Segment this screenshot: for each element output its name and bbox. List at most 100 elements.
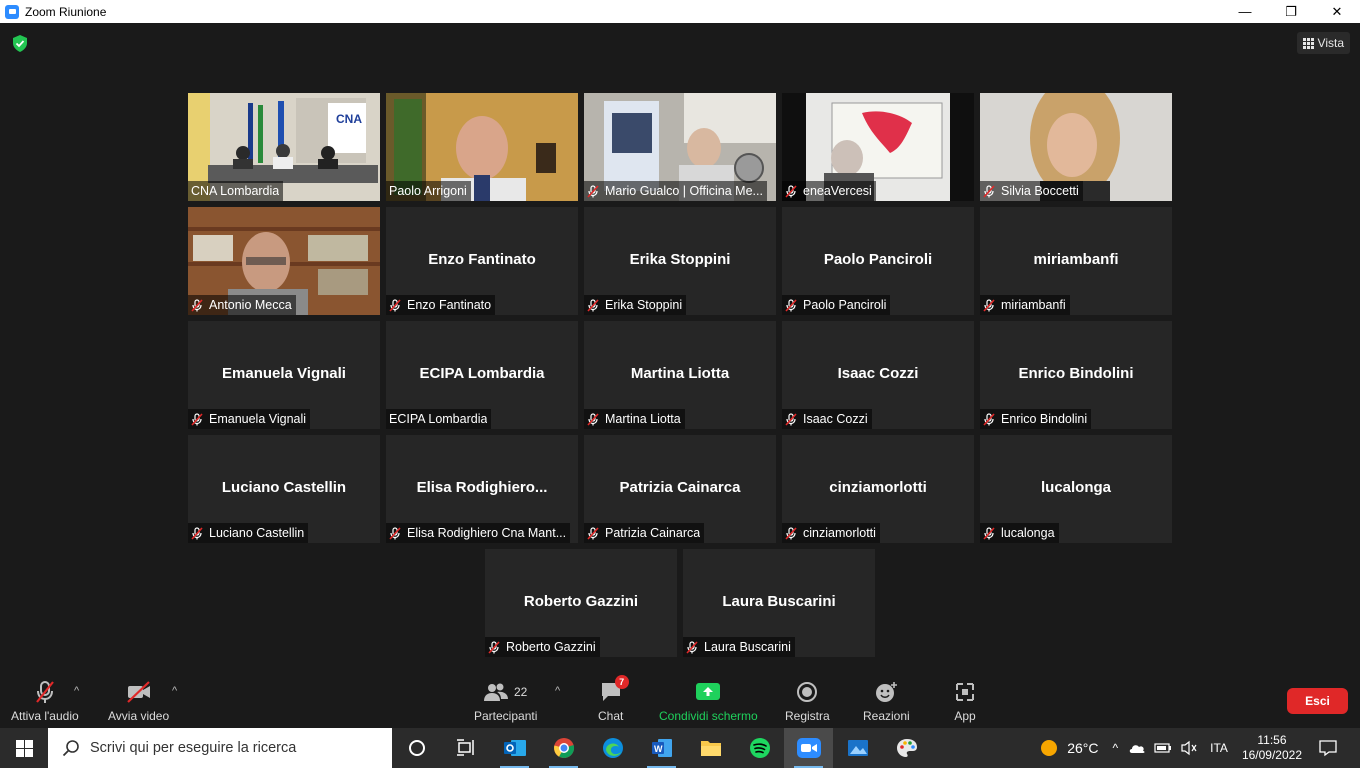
weather-temperature[interactable]: 26°C (1067, 740, 1098, 756)
participant-tile[interactable]: Silvia Boccetti (980, 93, 1172, 201)
speaker-muted-icon[interactable] (1180, 740, 1198, 756)
file-explorer-taskbar-button[interactable] (686, 728, 735, 768)
paint-taskbar-button[interactable] (882, 728, 931, 768)
muted-microphone-icon (191, 526, 203, 540)
leave-meeting-button[interactable]: Esci (1287, 688, 1348, 714)
participant-nameplate: Antonio Mecca (188, 295, 296, 315)
chrome-taskbar-button[interactable] (539, 728, 588, 768)
muted-microphone-icon (983, 298, 995, 312)
participant-display-name: Roberto Gazzini (523, 593, 639, 610)
participant-tile[interactable]: cinziamorlotti cinziamorlotti (782, 435, 974, 543)
minimize-button[interactable]: — (1222, 0, 1268, 23)
participant-tile[interactable]: Patrizia Cainarca Patrizia Cainarca (584, 435, 776, 543)
photos-taskbar-button[interactable] (833, 728, 882, 768)
reactions-label: Reazioni (863, 709, 910, 723)
show-hidden-icons-chevron-icon[interactable]: ^ (1113, 741, 1119, 755)
participant-tile[interactable]: CNA CNA Lombardia (188, 93, 380, 201)
input-language[interactable]: ITA (1210, 741, 1228, 755)
participant-nameplate: Laura Buscarini (683, 637, 795, 657)
zoom-taskbar-button[interactable] (784, 728, 833, 768)
word-taskbar-button[interactable]: W (637, 728, 686, 768)
participants-options-caret-icon[interactable]: ^ (555, 685, 560, 697)
participant-name: Paolo Panciroli (803, 298, 887, 312)
participant-nameplate: Roberto Gazzini (485, 637, 600, 657)
muted-microphone-icon (389, 298, 401, 312)
cortana-button[interactable] (392, 728, 441, 768)
encryption-shield-icon[interactable] (12, 35, 28, 52)
edge-taskbar-button[interactable] (588, 728, 637, 768)
participant-tile[interactable]: Mario Gualco | Officina Me... (584, 93, 776, 201)
participant-tile[interactable]: ECIPA Lombardia ECIPA Lombardia (386, 321, 578, 429)
participant-tile[interactable]: Elisa Rodighiero... Elisa Rodighiero Cna … (386, 435, 578, 543)
participant-tile[interactable]: Erika Stoppini Erika Stoppini (584, 207, 776, 315)
participant-tile[interactable]: Martina Liotta Martina Liotta (584, 321, 776, 429)
apps-button[interactable]: App (954, 679, 976, 723)
participant-name: lucalonga (1001, 526, 1055, 540)
clock[interactable]: 11:56 16/09/2022 (1242, 733, 1302, 763)
view-button[interactable]: Vista (1296, 32, 1350, 54)
participant-tile[interactable]: Laura Buscarini Laura Buscarini (683, 549, 875, 657)
participant-name: Enzo Fantinato (407, 298, 492, 312)
start-button[interactable] (0, 728, 48, 768)
apps-label: App (954, 709, 976, 723)
participant-tile[interactable]: Paolo Arrigoni (386, 93, 578, 201)
notifications-icon[interactable] (1318, 739, 1338, 757)
taskbar-search-input[interactable]: Scrivi qui per eseguire la ricerca (48, 728, 392, 768)
participant-nameplate: lucalonga (980, 523, 1059, 543)
battery-icon[interactable] (1154, 742, 1172, 754)
participant-nameplate: Silvia Boccetti (980, 181, 1083, 201)
participant-tile[interactable]: Emanuela Vignali Emanuela Vignali (188, 321, 380, 429)
clock-time: 11:56 (1257, 733, 1287, 747)
participant-tile[interactable]: Enrico Bindolini Enrico Bindolini (980, 321, 1172, 429)
outlook-icon (503, 740, 526, 756)
participant-tile[interactable]: miriambanfi miriambanfi (980, 207, 1172, 315)
participant-nameplate: Paolo Arrigoni (386, 181, 471, 201)
participant-display-name: Erika Stoppini (629, 251, 731, 268)
muted-microphone-icon (488, 640, 500, 654)
onedrive-cloud-icon[interactable] (1128, 741, 1146, 755)
participant-nameplate: CNA Lombardia (188, 181, 284, 201)
participant-nameplate: Erika Stoppini (584, 295, 687, 315)
participant-nameplate: Paolo Panciroli (782, 295, 891, 315)
participant-name: Enrico Bindolini (1001, 412, 1088, 426)
meeting-area: Vista CNA CNA Lombardia Paolo Arrigoni Mari… (0, 23, 1360, 671)
participant-tile[interactable]: Paolo Panciroli Paolo Panciroli (782, 207, 974, 315)
start-video-label: Avvia video (108, 709, 170, 723)
record-button[interactable]: Registra (785, 679, 830, 723)
participant-name: CNA Lombardia (191, 184, 280, 198)
participant-name: Elisa Rodighiero Cna Mant... (407, 526, 567, 540)
participant-tile[interactable]: eneaVercesi (782, 93, 974, 201)
participants-button[interactable]: 22 Partecipanti (474, 679, 537, 723)
start-video-button[interactable]: Avvia video (108, 679, 169, 723)
close-button[interactable]: ✕ (1314, 0, 1360, 23)
participant-tile[interactable]: Roberto Gazzini Roberto Gazzini (485, 549, 677, 657)
participant-display-name: lucalonga (1040, 479, 1111, 496)
participant-tile[interactable]: Antonio Mecca (188, 207, 380, 315)
outlook-taskbar-button[interactable] (490, 728, 539, 768)
task-view-button[interactable] (441, 728, 490, 768)
participant-name: Emanuela Vignali (209, 412, 307, 426)
participant-tile[interactable]: Enzo Fantinato Enzo Fantinato (386, 207, 578, 315)
reactions-button[interactable]: Reazioni (863, 679, 910, 723)
unmute-audio-button[interactable]: Attiva l'audio (11, 679, 79, 723)
participants-label: Partecipanti (474, 709, 538, 723)
participant-name: ECIPA Lombardia (389, 412, 488, 426)
participant-tile[interactable]: Luciano Castellin Luciano Castellin (188, 435, 380, 543)
spotify-taskbar-button[interactable] (735, 728, 784, 768)
participant-nameplate: Martina Liotta (584, 409, 685, 429)
muted-microphone-icon (983, 526, 995, 540)
participant-nameplate: Luciano Castellin (188, 523, 309, 543)
video-options-caret-icon[interactable]: ^ (172, 685, 177, 697)
participant-tile[interactable]: lucalonga lucalonga (980, 435, 1172, 543)
folder-icon (700, 741, 721, 756)
participants-count: 22 (514, 685, 528, 699)
title-bar: Zoom Riunione — ❐ ✕ (0, 0, 1360, 23)
participant-tile[interactable]: Isaac Cozzi Isaac Cozzi (782, 321, 974, 429)
audio-options-caret-icon[interactable]: ^ (74, 685, 79, 697)
muted-microphone-icon (587, 184, 599, 198)
restore-button[interactable]: ❐ (1268, 0, 1314, 23)
participant-display-name: ECIPA Lombardia (419, 365, 545, 382)
apps-icon (956, 683, 974, 701)
share-screen-button[interactable]: Condividi schermo (659, 679, 758, 723)
chat-button[interactable]: 7 Chat (598, 675, 629, 723)
